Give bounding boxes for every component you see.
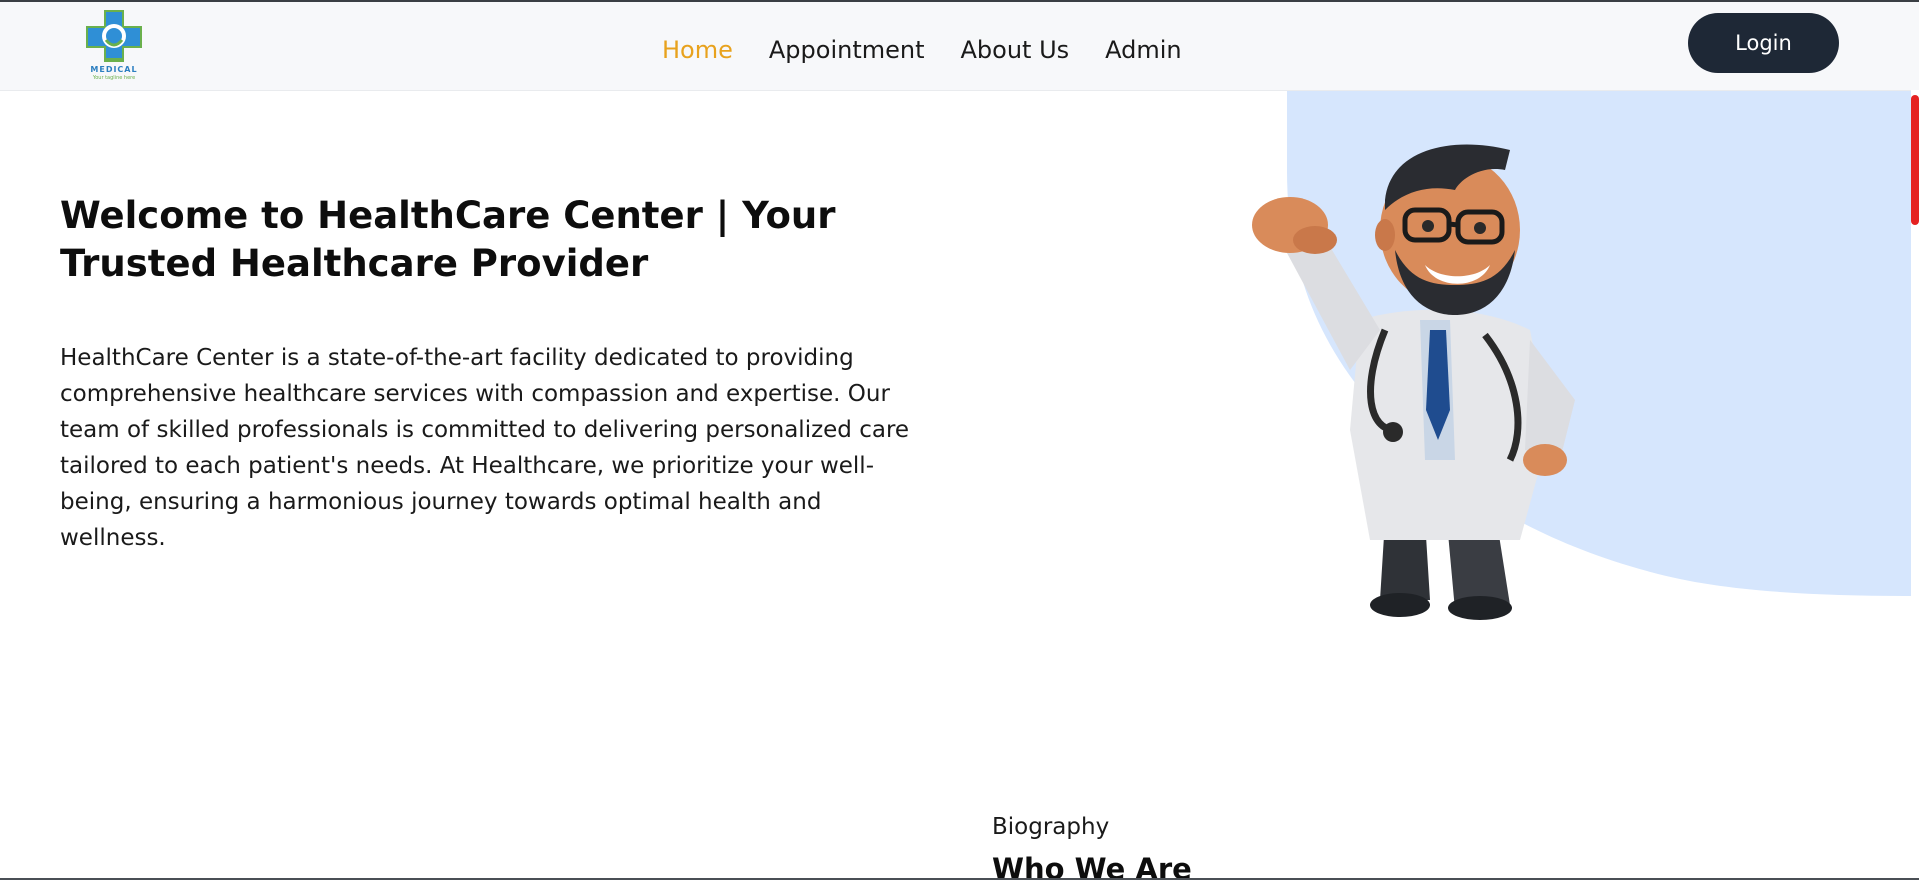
login-button[interactable]: Login [1688, 13, 1839, 73]
nav-link-admin[interactable]: Admin [1105, 36, 1182, 64]
hero-title: Welcome to HealthCare Center | Your Trus… [60, 194, 836, 285]
doctor-cartoon-illustration [1180, 130, 1690, 620]
nav-link-about-us[interactable]: About Us [961, 36, 1070, 64]
navbar: MEDICAL Your tagline here Home Appointme… [0, 2, 1919, 91]
logo-tagline: Your tagline here [92, 75, 136, 81]
nav-link-home[interactable]: Home [662, 36, 733, 64]
section-heading-who-we-are: Who We Are [992, 852, 1192, 886]
nav-link-appointment[interactable]: Appointment [769, 36, 925, 64]
site-logo[interactable]: MEDICAL Your tagline here [84, 8, 144, 82]
logo-text: MEDICAL [90, 65, 138, 74]
medical-cross-icon [86, 10, 142, 62]
hero-description: HealthCare Center is a state-of-the-art … [60, 345, 910, 551]
scrollbar-thumb[interactable] [1911, 95, 1919, 225]
main-nav: Home Appointment About Us Admin [662, 32, 1182, 68]
section-label-biography: Biography [992, 814, 1110, 840]
